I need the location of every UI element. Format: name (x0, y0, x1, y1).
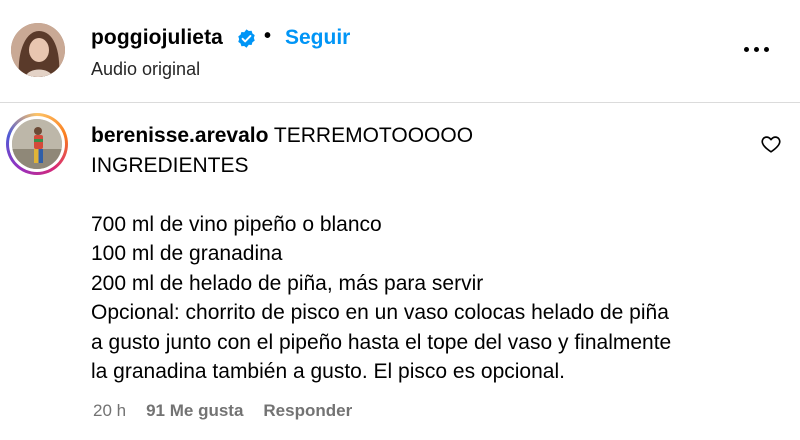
author-avatar-image (11, 23, 65, 77)
commenter-avatar-image (12, 119, 62, 169)
comment-likes-link[interactable]: 91 Me gusta (146, 401, 243, 421)
separator-dot: • (264, 25, 272, 47)
follow-button[interactable]: Seguir (285, 26, 350, 50)
heart-icon[interactable] (760, 133, 782, 155)
comment-line: INGREDIENTES (91, 153, 249, 177)
comment-timestamp: 20 h (93, 401, 127, 420)
comment-line: 100 ml de granadina (91, 242, 283, 265)
audio-subtitle[interactable]: Audio original (91, 59, 200, 80)
verified-badge-icon (238, 29, 255, 48)
author-avatar[interactable] (11, 23, 65, 77)
comment-first-line: berenisse.arevalo TERREMOTOOOOO (91, 121, 751, 151)
reply-button[interactable]: Responder (263, 401, 352, 421)
comment-meta: 20 h 91 Me gusta Responder (93, 401, 352, 421)
comment-line: 200 ml de helado de piña, más para servi… (91, 271, 484, 295)
comment-line: la granadina también a gusto. El pisco e… (91, 360, 565, 383)
comment-line: Opcional: chorrito de pisco en un vaso c… (91, 301, 669, 324)
commenter-avatar[interactable] (6, 113, 68, 175)
post-header: poggiojulieta • Seguir Audio original (0, 0, 800, 103)
comment-author[interactable]: berenisse.arevalo (91, 124, 268, 147)
comment-line: 700 ml de vino pipeño o blanco (91, 212, 382, 236)
comment-blank-line (91, 180, 751, 210)
comment-line: a gusto junto con el pipeño hasta el top… (91, 330, 672, 354)
post-username[interactable]: poggiojulieta (91, 26, 223, 50)
comment-body: berenisse.arevalo TERREMOTOOOOO INGREDIE… (91, 121, 751, 387)
comment-line: TERREMOTOOOOO (273, 124, 474, 147)
more-options-icon[interactable] (744, 40, 774, 60)
